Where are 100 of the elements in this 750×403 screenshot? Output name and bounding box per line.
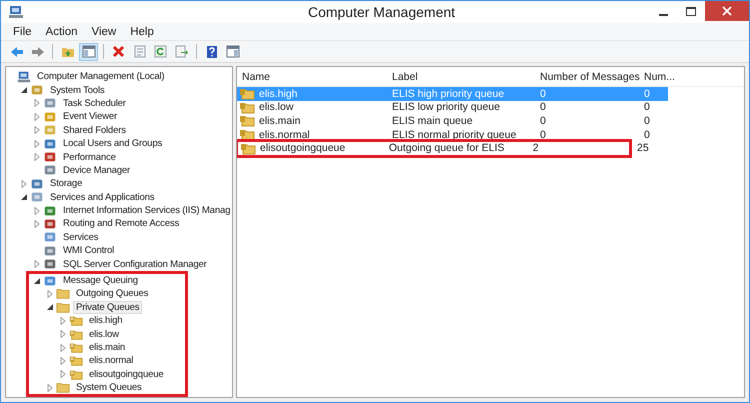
table-cell-text: 25 <box>636 142 650 154</box>
tree-item[interactable]: System Tools <box>47 84 108 97</box>
tree-item[interactable]: WMI Control <box>60 244 118 258</box>
menu-item[interactable]: File <box>6 26 39 38</box>
queue-folder-icon <box>239 128 255 142</box>
list-row[interactable]: elis.normal ELIS normal priority queue 0 0 <box>237 128 668 142</box>
tree-item[interactable]: Outgoing Queues <box>73 287 152 300</box>
node-icon <box>30 176 44 191</box>
menu-item[interactable]: Action <box>38 26 84 38</box>
folder-icon <box>56 287 70 300</box>
tree-item[interactable]: System Queues <box>73 381 145 394</box>
tree-pane-icon <box>82 45 96 58</box>
column-header[interactable]: Label <box>387 70 535 82</box>
expand-arrow-icon[interactable] <box>33 220 41 228</box>
tree-item[interactable]: Local Users and Groups <box>60 137 166 150</box>
expand-arrow-icon[interactable] <box>33 112 41 121</box>
node-icon <box>43 110 57 124</box>
queue-folder-icon <box>239 87 255 100</box>
expand-arrow-icon[interactable] <box>59 330 67 338</box>
tree-item[interactable]: Computer Management (Local) <box>34 70 168 84</box>
column-header[interactable]: Num... <box>639 70 675 82</box>
minimize-icon <box>658 14 668 16</box>
node-icon <box>43 136 57 151</box>
tree-item[interactable]: elisoutgoingqueue <box>86 368 166 381</box>
table-cell-text: ELIS high priority queue <box>391 88 506 100</box>
collapse-arrow-icon[interactable] <box>46 303 54 312</box>
folder-icon <box>56 381 70 394</box>
maximize-icon <box>686 6 696 16</box>
node-icon <box>43 96 57 110</box>
expand-arrow-icon[interactable] <box>46 290 54 298</box>
tree-item[interactable]: Internet Information Services (IIS) Manag <box>60 204 232 218</box>
close-button[interactable] <box>705 1 749 21</box>
table-cell: elis.main <box>259 114 300 127</box>
tree-item[interactable]: Storage <box>47 177 86 190</box>
node-icon <box>30 190 44 204</box>
node-icon <box>43 244 57 258</box>
tree-item[interactable]: Private Queues <box>73 300 142 314</box>
tree-item[interactable]: Services <box>60 230 102 244</box>
expand-arrow-icon[interactable] <box>33 206 41 215</box>
folder-up-icon <box>60 45 74 58</box>
table-cell-text: 0 <box>539 114 547 127</box>
column-header[interactable]: Number of Messages <box>535 70 639 82</box>
table-cell-text: 2 <box>532 142 540 154</box>
menu-item[interactable]: View <box>84 26 124 38</box>
table-cell-text: ELIS normal priority queue <box>391 128 518 141</box>
menu-item[interactable]: Help <box>123 26 161 38</box>
toolbar-button[interactable] <box>79 42 98 60</box>
expand-arrow-icon[interactable] <box>33 126 41 134</box>
expand-arrow-icon[interactable] <box>33 99 41 108</box>
tree-item[interactable]: Event Viewer <box>60 110 120 124</box>
tree-item[interactable]: elis.low <box>86 328 122 341</box>
collapse-arrow-icon[interactable] <box>20 86 28 94</box>
collapse-arrow-icon[interactable] <box>33 276 41 285</box>
table-cell: elisoutgoingqueue <box>260 142 346 154</box>
expand-arrow-icon[interactable] <box>59 344 67 352</box>
tree-item[interactable]: Task Scheduler <box>60 96 129 110</box>
expand-arrow-icon[interactable] <box>59 370 67 378</box>
expand-arrow-icon[interactable] <box>33 153 41 162</box>
table-cell-text: 0 <box>539 128 547 141</box>
table-cell-text: Outgoing queue for ELIS <box>388 142 506 154</box>
delete-icon <box>112 45 125 58</box>
app-icon <box>8 5 24 19</box>
table-cell-text: ELIS low priority queue <box>391 101 501 114</box>
list-row[interactable]: elis.low ELIS low priority queue 0 0 <box>237 100 668 114</box>
expand-arrow-icon[interactable] <box>46 384 54 392</box>
tree-item[interactable]: Routing and Remote Access <box>60 217 182 230</box>
expand-arrow-icon[interactable] <box>33 260 41 268</box>
queue-folder-icon <box>69 314 83 328</box>
column-header[interactable]: Name <box>237 70 387 82</box>
properties-icon <box>134 45 146 58</box>
tree-item[interactable]: Shared Folders <box>60 124 129 137</box>
tree-item[interactable]: Performance <box>60 150 119 164</box>
tree-item[interactable]: elis.high <box>86 314 126 328</box>
tree-item[interactable]: Device Manager <box>60 164 134 177</box>
queue-folder-icon <box>239 100 255 114</box>
queue-folder-icon <box>69 341 83 354</box>
list-row[interactable]: elisoutgoingqueue Outgoing queue for ELIS 2 25 <box>237 141 668 155</box>
table-cell-text: 0 <box>539 101 547 114</box>
table-cell: elis.low <box>259 101 294 114</box>
table-cell-text: 0 <box>643 88 651 100</box>
tree-item[interactable]: SQL Server Configuration Manager <box>60 258 210 271</box>
tree-item[interactable]: elis.main <box>86 341 128 354</box>
action-pane-icon <box>226 45 240 58</box>
collapse-arrow-icon[interactable] <box>20 193 28 202</box>
list-row[interactable]: elis.main ELIS main queue 0 0 <box>237 114 668 128</box>
expand-arrow-icon[interactable] <box>59 356 67 365</box>
table-cell-text: 0 <box>539 88 547 100</box>
close-icon <box>722 6 732 16</box>
queue-folder-icon <box>69 354 83 368</box>
help-icon <box>206 44 218 58</box>
folder-icon <box>56 300 70 314</box>
expand-arrow-icon[interactable] <box>20 180 28 188</box>
expand-arrow-icon[interactable] <box>59 316 67 325</box>
tree-item[interactable]: elis.normal <box>86 354 136 368</box>
node-icon <box>43 163 57 178</box>
tree-item[interactable]: Message Queuing <box>60 274 141 288</box>
expand-arrow-icon[interactable] <box>33 140 41 148</box>
node-icon <box>43 204 57 218</box>
computer-management-icon <box>17 70 31 84</box>
tree-item[interactable]: Services and Applications <box>47 190 158 204</box>
